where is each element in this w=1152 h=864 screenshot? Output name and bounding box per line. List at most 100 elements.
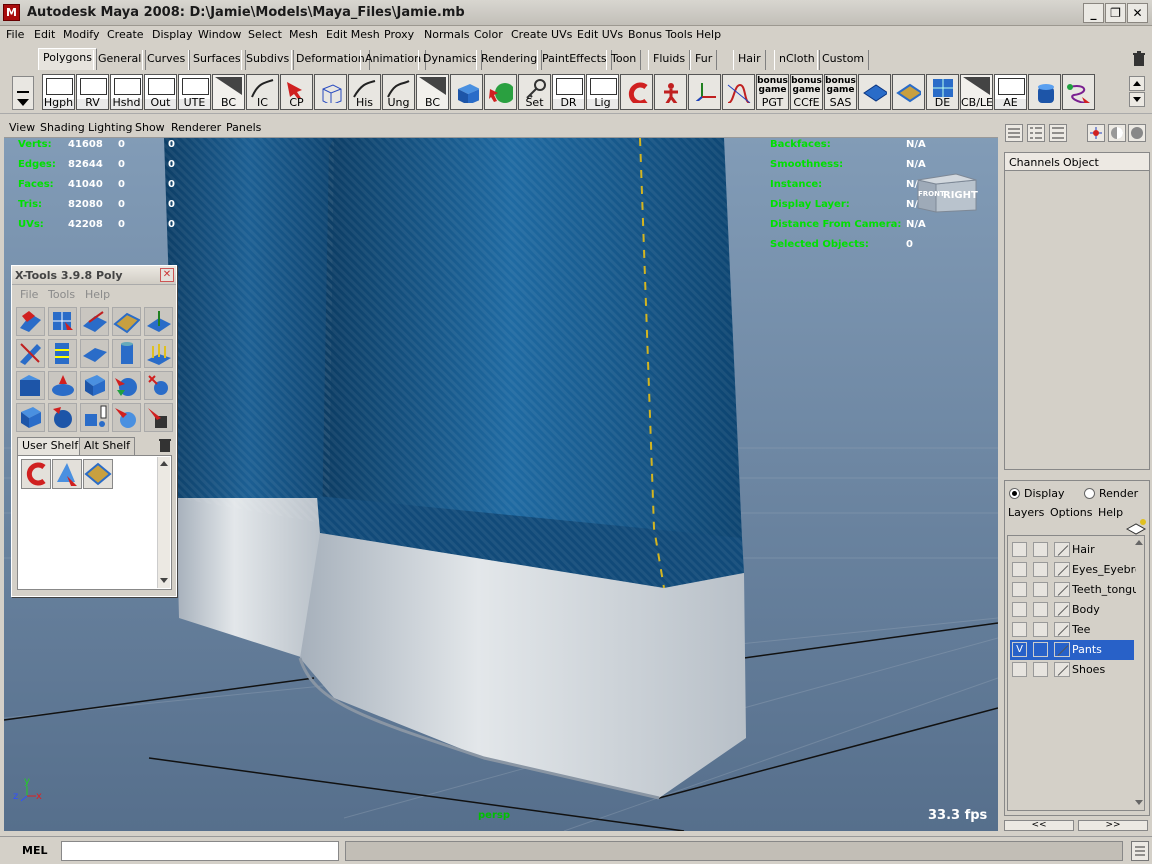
shelf-button-undo-arrow[interactable]: [620, 74, 653, 110]
layer-color-swatch[interactable]: [1054, 622, 1070, 637]
shelf-button-lig[interactable]: Lig: [586, 74, 619, 110]
layer-row-shoes[interactable]: Shoes: [1010, 660, 1134, 680]
shelf-button-ae[interactable]: AE: [994, 74, 1027, 110]
xtools-tool-button[interactable]: [16, 371, 45, 400]
tab-fur[interactable]: Fur: [690, 50, 718, 70]
outliner-icon[interactable]: [1128, 124, 1146, 142]
shelf-button-sas[interactable]: bonus game SAS: [824, 74, 857, 110]
attribute-editor-icon[interactable]: [1108, 124, 1126, 142]
shelf-scroll-down-button[interactable]: [1129, 92, 1145, 107]
layer-type-toggle[interactable]: [1033, 622, 1048, 637]
shelf-button-hgph[interactable]: Hgph: [42, 74, 75, 110]
layer-color-swatch[interactable]: [1054, 542, 1070, 557]
menu-create-uvs[interactable]: Create UVs: [511, 28, 572, 41]
xtools-tool-button[interactable]: [48, 403, 77, 432]
layers-menu[interactable]: Layers: [1008, 506, 1044, 519]
layer-visibility-toggle[interactable]: [1012, 622, 1027, 637]
xtools-tool-button[interactable]: [48, 339, 77, 368]
mel-input[interactable]: [61, 841, 339, 861]
layer-visibility-toggle[interactable]: [1012, 542, 1027, 557]
tab-ncloth[interactable]: nCloth: [774, 50, 820, 70]
menu-select[interactable]: Select: [248, 28, 282, 41]
tab-custom[interactable]: Custom: [817, 50, 870, 70]
xtools-menu-tools[interactable]: Tools: [48, 288, 75, 301]
shelf-button-plane[interactable]: [858, 74, 891, 110]
menu-mesh[interactable]: Mesh: [289, 28, 318, 41]
tab-subdivs[interactable]: Subdivs: [241, 50, 295, 70]
mel-label[interactable]: MEL: [22, 844, 47, 857]
user-shelf-button-uv-plane[interactable]: [83, 459, 113, 489]
menu-help[interactable]: Help: [696, 28, 721, 41]
shelf-button-path[interactable]: [1062, 74, 1095, 110]
object-menu[interactable]: Object: [1063, 156, 1099, 169]
xtools-tab-user-shelf[interactable]: User Shelf: [17, 437, 84, 455]
channel-layer-icon[interactable]: [1049, 124, 1067, 142]
menu-bonus-tools[interactable]: Bonus Tools: [628, 28, 693, 41]
layer-type-toggle[interactable]: [1033, 662, 1048, 677]
xtools-tool-button[interactable]: [112, 371, 141, 400]
shelf-button-ccfe[interactable]: bonus game CCfE: [790, 74, 823, 110]
tab-painteffects[interactable]: PaintEffects: [537, 50, 612, 70]
menu-file[interactable]: File: [6, 28, 24, 41]
layer-visibility-toggle[interactable]: V: [1012, 642, 1027, 657]
menu-modify[interactable]: Modify: [63, 28, 99, 41]
vp-menu-lighting[interactable]: Lighting: [88, 121, 132, 134]
menu-normals[interactable]: Normals: [424, 28, 470, 41]
menu-window[interactable]: Window: [198, 28, 241, 41]
menu-display[interactable]: Display: [152, 28, 193, 41]
layer-row-tee[interactable]: Tee: [1010, 620, 1134, 640]
shelf-button-de[interactable]: DE: [926, 74, 959, 110]
view-cube[interactable]: FRONT RIGHT: [916, 170, 982, 218]
user-shelf-scrollbar[interactable]: [157, 457, 170, 588]
menu-edit-mesh[interactable]: Edit Mesh: [326, 28, 380, 41]
render-radio[interactable]: [1084, 488, 1095, 499]
shelf-button-ute[interactable]: UTE: [178, 74, 211, 110]
layer-row-teeth-tongu[interactable]: Teeth_tongu: [1010, 580, 1136, 600]
tab-toon[interactable]: Toon: [606, 50, 642, 70]
shelf-button-rv[interactable]: RV: [76, 74, 109, 110]
trash-icon[interactable]: [157, 437, 173, 453]
layer-list-scrollbar[interactable]: [1134, 538, 1144, 808]
xtools-tool-button[interactable]: [144, 403, 173, 432]
shelf-button-ic[interactable]: IC: [246, 74, 279, 110]
xtools-tool-button[interactable]: [48, 307, 77, 336]
tab-animation[interactable]: Animation: [360, 50, 427, 70]
shelf-button-cp[interactable]: CP: [280, 74, 313, 110]
shelf-button-wire-cube[interactable]: [314, 74, 347, 110]
layer-visibility-toggle[interactable]: [1012, 562, 1027, 577]
layer-type-toggle[interactable]: [1033, 542, 1048, 557]
minimize-button[interactable]: _: [1083, 3, 1104, 23]
options-menu[interactable]: Options: [1050, 506, 1092, 519]
user-shelf-button-rotate[interactable]: [21, 459, 51, 489]
shelf-button-bc-2[interactable]: BC: [416, 74, 449, 110]
user-shelf-button-cone[interactable]: [52, 459, 82, 489]
layer-color-swatch[interactable]: [1054, 602, 1070, 617]
layer-visibility-toggle[interactable]: [1012, 662, 1027, 677]
tab-hair[interactable]: Hair: [733, 50, 766, 70]
help-menu[interactable]: Help: [1098, 506, 1123, 519]
vp-menu-view[interactable]: View: [9, 121, 35, 134]
xtools-tool-button[interactable]: [16, 403, 45, 432]
menu-proxy[interactable]: Proxy: [384, 28, 414, 41]
vp-menu-panels[interactable]: Panels: [226, 121, 261, 134]
channel-box-icon[interactable]: [1005, 124, 1023, 142]
tool-settings-icon[interactable]: [1087, 124, 1105, 142]
tab-dynamics[interactable]: Dynamics: [418, 50, 483, 70]
script-editor-button[interactable]: [1131, 841, 1149, 861]
vp-menu-renderer[interactable]: Renderer: [171, 121, 221, 134]
tab-general[interactable]: General: [93, 50, 147, 70]
new-layer-icon[interactable]: [1124, 517, 1148, 535]
layer-color-swatch[interactable]: [1054, 642, 1070, 657]
xtools-tool-button[interactable]: [48, 371, 77, 400]
tab-curves[interactable]: Curves: [142, 50, 191, 70]
layer-type-toggle[interactable]: [1033, 642, 1048, 657]
shelf-button-blue-box[interactable]: [450, 74, 483, 110]
shelf-menu-button[interactable]: [12, 76, 34, 110]
shelf-button-ung[interactable]: Ung: [382, 74, 415, 110]
xtools-tool-button[interactable]: [80, 371, 109, 400]
tab-surfaces[interactable]: Surfaces: [188, 50, 246, 70]
xtools-tool-button[interactable]: [16, 307, 45, 336]
xtools-tool-button[interactable]: [112, 403, 141, 432]
display-radio[interactable]: [1009, 488, 1020, 499]
layer-type-toggle[interactable]: [1033, 562, 1048, 577]
